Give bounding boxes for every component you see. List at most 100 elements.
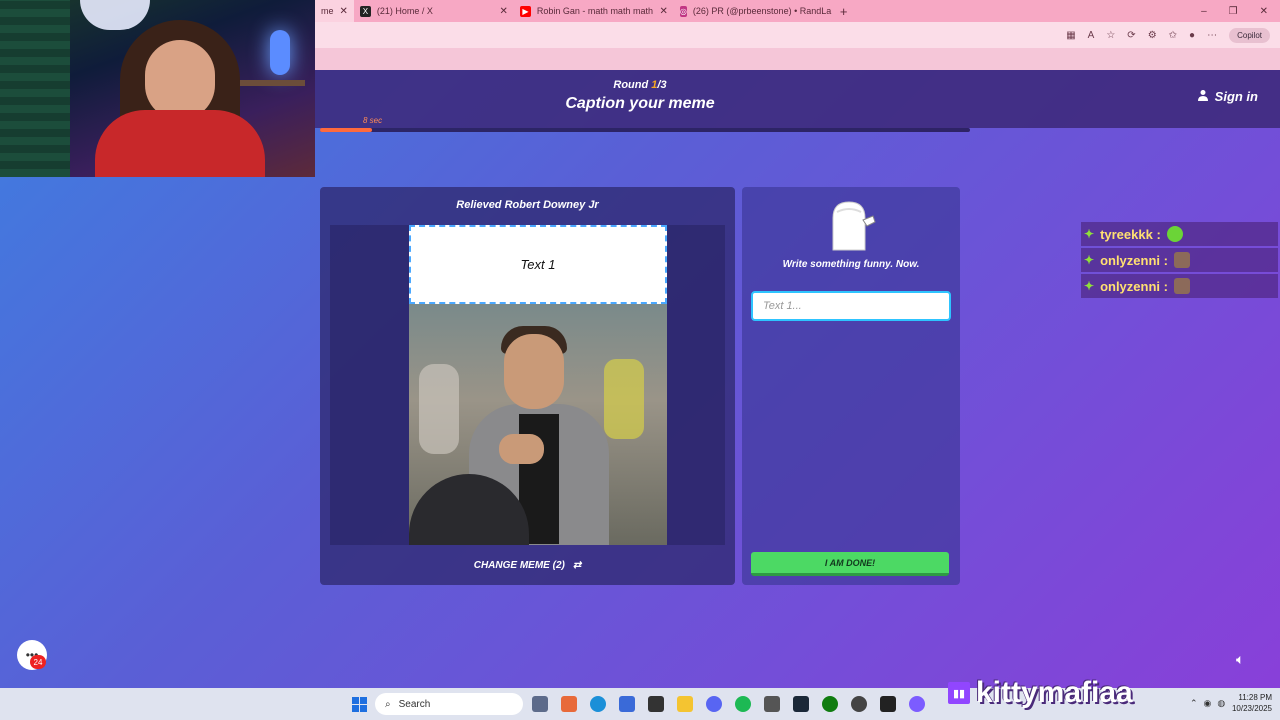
close-icon[interactable]: ✕ (340, 6, 348, 17)
read-aloud-icon[interactable]: A (1088, 30, 1095, 41)
sparkle-badge-icon: ✦ (1084, 253, 1095, 267)
browser-toolbar: ▦ A ☆ ⟳ ⚙ ✩ ● ⋯ Copilot (315, 22, 1280, 48)
reader-icon[interactable]: ▦ (1066, 30, 1075, 41)
green-emote-icon (1166, 226, 1183, 242)
lava-lamp (270, 30, 290, 75)
folder-icon[interactable] (677, 696, 693, 712)
change-meme-button[interactable]: CHANGE MEME (2) ⇄ (320, 560, 735, 571)
minimize-icon[interactable]: – (1201, 6, 1207, 17)
restore-icon[interactable]: ❐ (1229, 6, 1238, 17)
task-view-icon[interactable] (532, 696, 548, 712)
steam-icon[interactable] (793, 696, 809, 712)
x-logo-icon: X (359, 5, 371, 17)
timer-progress-bar (320, 128, 372, 132)
tab-x-home[interactable]: X (21) Home / X ✕ (354, 0, 514, 22)
close-icon[interactable]: ✕ (660, 6, 668, 17)
sparkle-badge-icon: ✦ (1084, 279, 1095, 293)
chat-username: onlyzenni : (1100, 252, 1168, 268)
edge-icon[interactable] (590, 696, 606, 712)
app-icon[interactable] (648, 696, 664, 712)
sign-in-button[interactable]: Sign in (1197, 89, 1258, 104)
man-hand (499, 434, 544, 464)
sign-in-label: Sign in (1214, 89, 1258, 104)
windows-start-icon[interactable] (352, 697, 367, 712)
timer-label: 8 sec (363, 116, 383, 125)
swap-icon: ⇄ (572, 560, 582, 571)
meme-frame: Text 1 (330, 225, 725, 545)
ghost-mascot-icon (827, 198, 877, 252)
clock-date: 10/23/2025 (1231, 704, 1272, 713)
close-window-icon[interactable]: ✕ (1260, 6, 1268, 17)
chat-message: ✦ tyreekkk : (1081, 222, 1278, 246)
caption-text-box[interactable]: Text 1 (409, 225, 667, 304)
discord-icon[interactable] (706, 696, 722, 712)
profile-icon[interactable]: ● (1189, 30, 1195, 41)
shelf (235, 80, 305, 86)
browser-tab-bar: me ✕ X (21) Home / X ✕ ▶ Robin Gan - mat… (315, 0, 1280, 22)
timer-track (320, 128, 970, 132)
refresh-icon[interactable]: ⟳ (1127, 30, 1135, 41)
copilot-button[interactable]: Copilot (1229, 27, 1270, 43)
webcam-overlay (0, 0, 315, 177)
chat-username: tyreekkk : (1100, 226, 1161, 242)
close-icon[interactable]: ✕ (500, 6, 508, 17)
extensions-icon[interactable]: ⚙ (1148, 30, 1157, 41)
caption-input[interactable] (751, 291, 951, 321)
messenger-icon[interactable] (909, 696, 925, 712)
channel-name: kittymafiaa (976, 676, 1133, 709)
chat-username: onlyzenni : (1100, 278, 1168, 294)
streamer-face (145, 40, 215, 120)
obs-icon[interactable] (851, 696, 867, 712)
xbox-icon[interactable] (822, 696, 838, 712)
man-face (504, 334, 564, 409)
prompt-text: Write something funny. Now. (782, 259, 920, 270)
change-meme-label: CHANGE MEME (2) (473, 560, 565, 571)
plus-icon: + (839, 3, 848, 19)
cat-emote-icon (1173, 252, 1190, 268)
store-icon[interactable] (619, 696, 635, 712)
more-icon[interactable]: ⋯ (1207, 30, 1217, 41)
spotify-icon[interactable] (735, 696, 751, 712)
tab-youtube[interactable]: ▶ Robin Gan - math math math ✕ (514, 0, 674, 22)
acoustic-panel (0, 0, 70, 177)
app-icon[interactable] (561, 696, 577, 712)
tab-label: me (321, 6, 334, 16)
youtube-icon: ▶ (519, 5, 531, 17)
instagram-icon: ◎ (679, 5, 687, 17)
new-tab-button[interactable]: + (834, 0, 854, 22)
sparkle-badge-icon: ✦ (1084, 227, 1095, 241)
clock-time: 11:28 PM (1238, 693, 1272, 702)
notification-count: 24 (30, 655, 46, 669)
favorites-icon[interactable]: ✩ (1169, 30, 1177, 41)
background-person (419, 364, 459, 454)
settings-icon[interactable] (764, 696, 780, 712)
system-clock[interactable]: 11:28 PM 10/23/2025 (1232, 692, 1272, 714)
done-button[interactable]: I AM DONE! (751, 552, 949, 576)
stream-chat: ✦ tyreekkk : ✦ onlyzenni : ✦ onlyzenni : (1081, 222, 1278, 300)
background-person (604, 359, 644, 439)
tab-current[interactable]: me ✕ (315, 0, 354, 22)
speaker-icon[interactable]: 🔈︎ (1236, 651, 1244, 668)
game-header: Round 1/3 Caption your meme Sign in (315, 70, 1280, 128)
taskbar-search[interactable]: ⌕ Search (375, 693, 523, 715)
page-title: Caption your meme (565, 95, 715, 112)
tab-instagram[interactable]: ◎ (26) PR (@prbeenstone) • RandLa ✕ (674, 0, 834, 22)
ring-light (80, 0, 150, 30)
system-tray-icons[interactable]: ⌃◉◍ (1190, 698, 1231, 709)
tab-label: (26) PR (@prbeenstone) • RandLa (692, 6, 832, 16)
tab-label: Robin Gan - math math math (536, 6, 653, 16)
caption-text: Text 1 (520, 257, 556, 272)
round-indicator: Round 1/3 (613, 79, 667, 91)
epic-games-icon[interactable] (880, 696, 896, 712)
tab-label: (21) Home / X (376, 6, 433, 16)
taskbar-search-label: Search (398, 698, 431, 710)
favorite-star-icon[interactable]: ☆ (1106, 30, 1115, 41)
chat-message: ✦ onlyzenni : (1081, 248, 1278, 272)
streamer-shirt (95, 110, 265, 177)
page-top-strip (315, 48, 1280, 70)
search-icon: ⌕ (385, 698, 391, 710)
meme-image (409, 304, 667, 545)
meme-name: Relieved Robert Downey Jr (456, 199, 599, 211)
window-controls: – ❐ ✕ (1201, 6, 1280, 17)
chat-message: ✦ onlyzenni : (1081, 274, 1278, 298)
